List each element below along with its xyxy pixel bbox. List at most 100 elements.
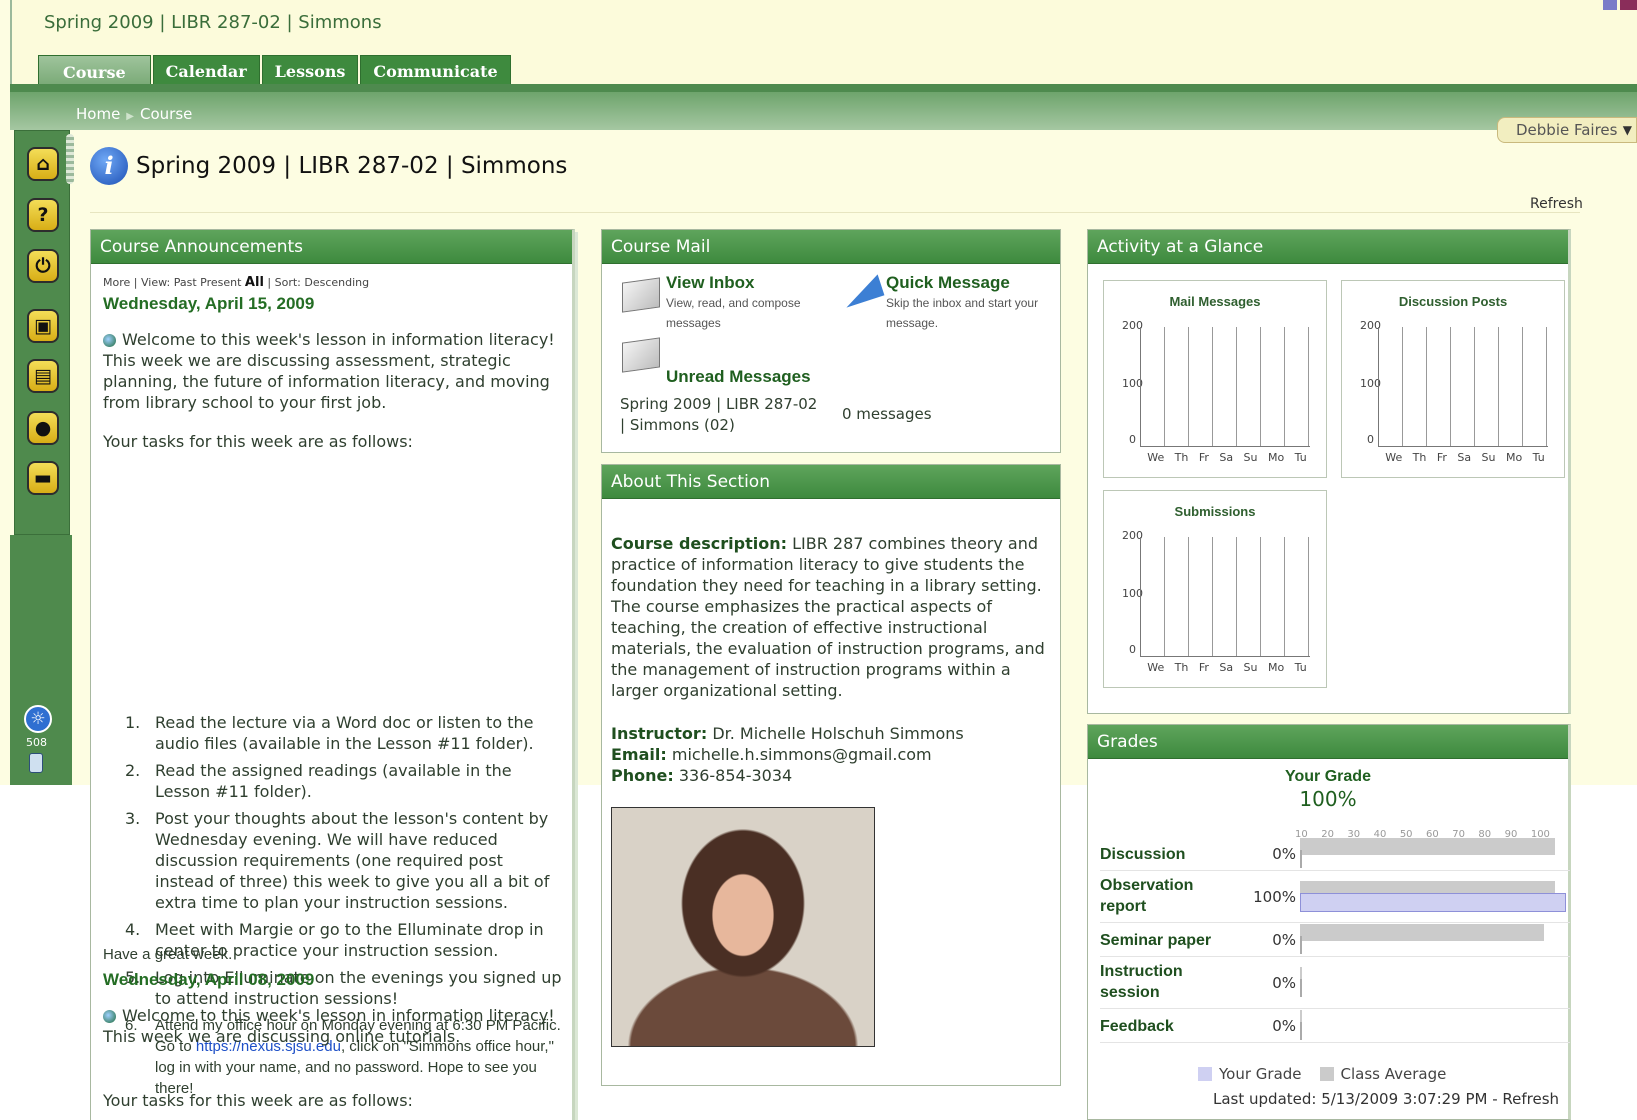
unread-course-link[interactable]: Spring 2009 | LIBR 287-02 | Simmons (02) xyxy=(620,394,825,436)
class-average-bar xyxy=(1300,838,1555,855)
view-past[interactable]: Past xyxy=(174,276,197,289)
x-tick: Su xyxy=(1481,451,1496,464)
grade-percent: 0% xyxy=(1272,974,1296,992)
instructor-email[interactable]: michelle.h.simmons@gmail.com xyxy=(672,745,932,764)
instructor-phone: 336-854-3034 xyxy=(678,766,793,785)
breadcrumb-separator-icon: ▶ xyxy=(126,111,134,122)
tab-lessons[interactable]: Lessons xyxy=(261,55,359,86)
quick-message[interactable]: Quick Message Skip the inbox and start y… xyxy=(886,273,1046,333)
main-tabs: Course Calendar Lessons Communicate xyxy=(38,55,513,86)
quick-message-link[interactable]: Quick Message xyxy=(886,273,1046,293)
user-menu[interactable]: Debbie Faires ▼ xyxy=(1497,117,1637,143)
more-link[interactable]: More xyxy=(103,276,130,289)
x-tick: Tu xyxy=(1532,451,1545,464)
phone-label: Phone: xyxy=(611,766,674,785)
closing-text: Have a great week. xyxy=(103,946,233,963)
course-mail-title: Course Mail xyxy=(602,230,1060,264)
grade-row: Instruction session 0% xyxy=(1100,957,1570,1009)
chart-title: Discussion Posts xyxy=(1398,294,1508,309)
chat-icon[interactable]: ▬ xyxy=(27,461,59,495)
y-tick: 0 xyxy=(1367,433,1374,446)
home-icon[interactable]: ⌂ xyxy=(27,147,59,181)
tab-stripe xyxy=(10,84,1637,92)
view-label: View: xyxy=(140,276,171,289)
about-body: Course description: LIBR 287 combines th… xyxy=(611,533,1051,786)
unread-messages: Unread Messages xyxy=(666,367,811,387)
list-item: 1. Read the lecture via a Word doc or lis… xyxy=(125,713,534,753)
legend-swatch-average xyxy=(1319,1067,1334,1081)
instructor-name: Dr. Michelle Holschuh Simmons xyxy=(712,724,964,743)
grade-item-name: Feedback xyxy=(1100,1018,1174,1035)
activity-title: Activity at a Glance xyxy=(1088,230,1568,264)
view-present[interactable]: Present xyxy=(200,276,241,289)
user-name: Debbie Faires xyxy=(1516,121,1618,139)
activity-panel: Activity at a Glance Mail Messages 200 1… xyxy=(1087,229,1571,714)
tab-course[interactable]: Course xyxy=(38,55,151,86)
announcements-panel: Course Announcements More | View: Past P… xyxy=(90,229,575,1120)
sidebar-collapse-handle[interactable] xyxy=(66,134,74,184)
window-corner xyxy=(1603,0,1617,10)
inbox-icon[interactable] xyxy=(622,277,660,313)
folder-icon[interactable]: ▤ xyxy=(27,359,59,393)
x-tick: We xyxy=(1385,451,1403,464)
x-axis: We Th Fr Sa Su Mo Tu xyxy=(1142,451,1312,464)
y-tick: 200 xyxy=(1122,529,1143,542)
chart-title: Mail Messages xyxy=(1169,294,1261,309)
tab-communicate[interactable]: Communicate xyxy=(360,55,511,86)
instructor-label: Instructor: xyxy=(611,724,708,743)
announcement-intro-text: Welcome to this week's lesson in informa… xyxy=(103,1006,555,1046)
about-section-panel: About This Section Course description: L… xyxy=(601,464,1061,1086)
window-corner-accent xyxy=(1620,0,1637,10)
globe-icon xyxy=(103,1010,116,1023)
x-tick: Mo xyxy=(1267,661,1285,674)
x-tick: We xyxy=(1147,451,1165,464)
x-tick: Fr xyxy=(1436,451,1447,464)
your-grade-bar xyxy=(1300,936,1302,954)
person-icon[interactable]: ● xyxy=(27,411,59,445)
email-label: Email: xyxy=(611,745,667,764)
your-grade-bar xyxy=(1300,893,1566,912)
quick-message-icon[interactable] xyxy=(839,274,885,308)
grades-last-updated[interactable]: Last updated: 5/13/2009 3:07:29 PM - Ref… xyxy=(1213,1090,1559,1108)
quick-message-desc: Skip the inbox and start your message. xyxy=(886,296,1039,330)
view-inbox[interactable]: View Inbox View, read, and compose messa… xyxy=(666,273,826,333)
discussion-posts-chart: Discussion Posts 200 100 0 We Th Fr Sa Su Mo T… xyxy=(1341,280,1565,478)
mobile-device-icon[interactable] xyxy=(29,753,43,773)
view-all[interactable]: All xyxy=(245,275,264,290)
course-mail-panel: Course Mail View Inbox View, read, and c… xyxy=(601,229,1061,453)
view-inbox-desc: View, read, and compose messages xyxy=(666,296,801,330)
page-header: i Spring 2009 | LIBR 287-02 | Simmons xyxy=(90,147,567,185)
grades-panel: Grades Your Grade 100% 10 20 30 40 50 60 70 80 9… xyxy=(1087,724,1571,1120)
task-text: Read the assigned readings (available in… xyxy=(155,761,512,801)
power-icon[interactable]: ⏻ xyxy=(27,249,59,283)
y-tick: 200 xyxy=(1122,319,1143,332)
briefcase-icon[interactable]: ▣ xyxy=(27,309,59,343)
x-tick: Su xyxy=(1243,661,1258,674)
chart-plot-area xyxy=(1140,537,1310,657)
announcement-date: Wednesday, April 08, 2009 xyxy=(103,970,315,989)
chart-title: Submissions xyxy=(1174,504,1256,519)
class-average-bar xyxy=(1300,924,1545,941)
tool-sidebar: ⌂ ? ⏻ ▣ ▤ ● ▬ xyxy=(14,130,70,535)
help-icon[interactable]: ? xyxy=(27,198,59,232)
tab-calendar[interactable]: Calendar xyxy=(152,55,260,86)
x-tick: Mo xyxy=(1267,451,1285,464)
unread-mail-icon xyxy=(622,337,660,373)
x-axis: We Th Fr Sa Su Mo Tu xyxy=(1142,661,1312,674)
your-grade-bar xyxy=(1300,1022,1302,1040)
grade-item-name: Discussion xyxy=(1100,846,1186,863)
x-tick: Mo xyxy=(1505,451,1523,464)
y-tick: 0 xyxy=(1129,433,1136,446)
refresh-link[interactable]: Refresh xyxy=(1530,196,1583,212)
your-grade-label: Your Grade xyxy=(1285,768,1371,785)
accessibility-icon[interactable]: ☼ xyxy=(24,705,52,733)
your-grade-bar xyxy=(1300,850,1302,868)
sort-link[interactable]: Sort: Descending xyxy=(275,276,370,289)
breadcrumb-home[interactable]: Home xyxy=(76,105,120,123)
view-inbox-link[interactable]: View Inbox xyxy=(666,273,826,293)
legend-yours: Your Grade xyxy=(1219,1065,1302,1083)
unread-count: 0 messages xyxy=(842,405,932,423)
task-text: Read the lecture via a Word doc or liste… xyxy=(155,713,534,753)
list-item: 2. Read the assigned readings (available … xyxy=(125,761,512,801)
dropdown-arrow-icon[interactable]: ▼ xyxy=(1623,118,1632,142)
